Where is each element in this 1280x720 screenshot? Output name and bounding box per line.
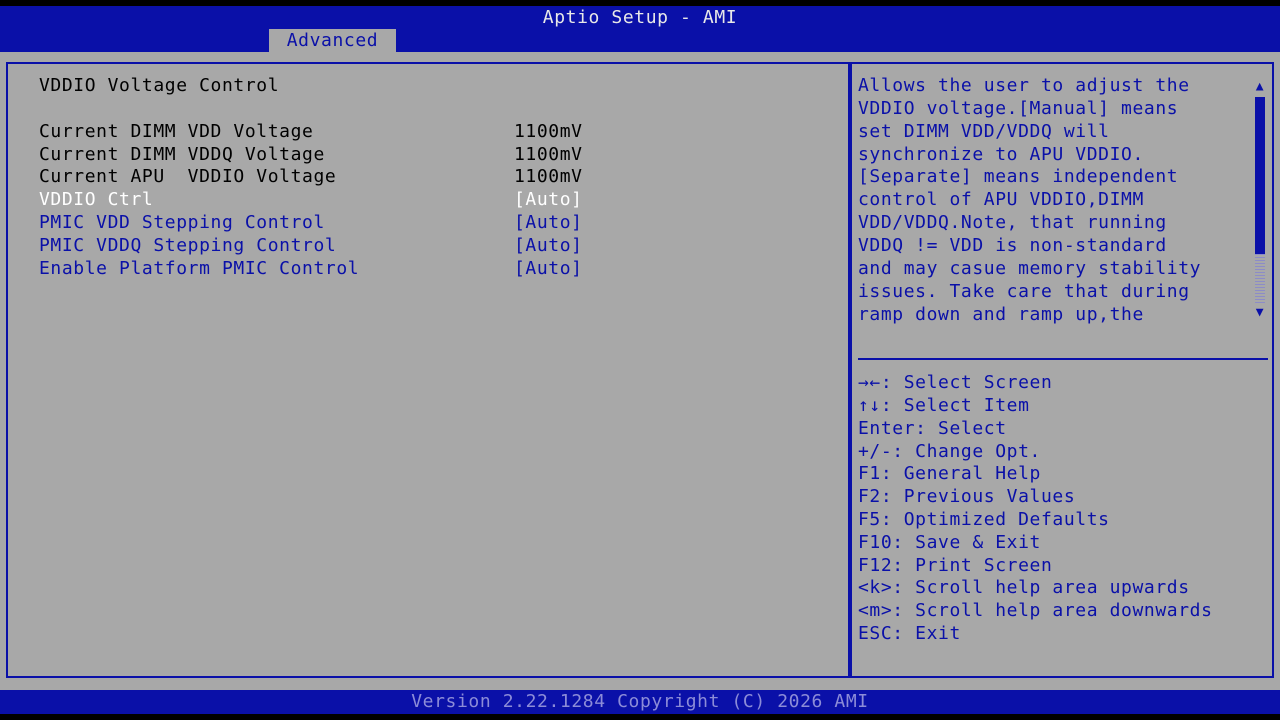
key-hint: F5: Optimized Defaults: [858, 509, 1110, 530]
info-value-apu-vddio: 1100mV: [514, 166, 583, 187]
option-label-vddio-ctrl[interactable]: VDDIO Ctrl: [39, 189, 153, 211]
help-line: and may casue memory stability: [858, 258, 1202, 279]
help-line: [Separate] means independent: [858, 166, 1179, 187]
key-hint: ESC: Exit: [858, 623, 961, 644]
info-value-dimm-vddq: 1100mV: [514, 144, 583, 165]
key-hint: +/-: Change Opt.: [858, 441, 1041, 462]
app-title: Aptio Setup - AMI: [542, 7, 738, 28]
option-label-platform-pmic[interactable]: Enable Platform PMIC Control: [39, 258, 359, 280]
bios-screen: Aptio Setup - AMI Advanced VDDIO Voltage…: [0, 0, 1280, 720]
help-line: VDDIO voltage.[Manual] means: [858, 98, 1179, 119]
help-line: issues. Take care that during: [858, 281, 1190, 302]
info-label-dimm-vdd: Current DIMM VDD Voltage: [39, 121, 314, 142]
info-label-dimm-vddq: Current DIMM VDDQ Voltage: [39, 144, 325, 165]
info-label-apu-vddio: Current APU VDDIO Voltage: [39, 166, 337, 187]
info-value-dimm-vdd: 1100mV: [514, 121, 583, 142]
help-line: synchronize to APU VDDIO.: [858, 144, 1144, 165]
version-footer: Version 2.22.1284 Copyright (C) 2026 AMI: [0, 690, 1280, 714]
key-hint: →←: Select Screen: [858, 372, 1053, 393]
help-line: VDD/VDDQ.Note, that running: [858, 212, 1167, 233]
help-line: Allows the user to adjust the: [858, 75, 1190, 96]
key-hint: <k>: Scroll help area upwards: [858, 577, 1190, 598]
key-hint: Enter: Select: [858, 418, 1007, 439]
option-value-pmic-vdd-stepping[interactable]: [Auto]: [514, 212, 583, 234]
section-heading: VDDIO Voltage Control: [39, 75, 280, 96]
key-hint: F12: Print Screen: [858, 555, 1053, 576]
option-label-pmic-vddq-stepping[interactable]: PMIC VDDQ Stepping Control: [39, 235, 336, 257]
key-hint: ↑↓: Select Item: [858, 395, 1030, 416]
help-line: control of APU VDDIO,DIMM: [858, 189, 1144, 210]
scroll-up-icon[interactable]: ▲: [1253, 80, 1267, 94]
help-line: set DIMM VDD/VDDQ will: [858, 121, 1110, 142]
tab-advanced[interactable]: Advanced: [269, 29, 396, 52]
option-value-pmic-vddq-stepping[interactable]: [Auto]: [514, 235, 583, 257]
option-value-platform-pmic[interactable]: [Auto]: [514, 258, 583, 280]
help-scroll-thumb[interactable]: [1255, 97, 1265, 254]
key-hint: F10: Save & Exit: [858, 532, 1041, 553]
help-line: ramp down and ramp up,the: [858, 304, 1144, 325]
help-divider: [858, 358, 1268, 360]
key-hint: <m>: Scroll help area downwards: [858, 600, 1213, 621]
scroll-down-icon[interactable]: ▼: [1253, 306, 1267, 320]
option-value-vddio-ctrl[interactable]: [Auto]: [514, 189, 583, 211]
help-line: VDDQ != VDD is non-standard: [858, 235, 1167, 256]
option-label-pmic-vdd-stepping[interactable]: PMIC VDD Stepping Control: [39, 212, 325, 234]
key-hint: F2: Previous Values: [858, 486, 1076, 507]
key-hint: F1: General Help: [858, 463, 1041, 484]
